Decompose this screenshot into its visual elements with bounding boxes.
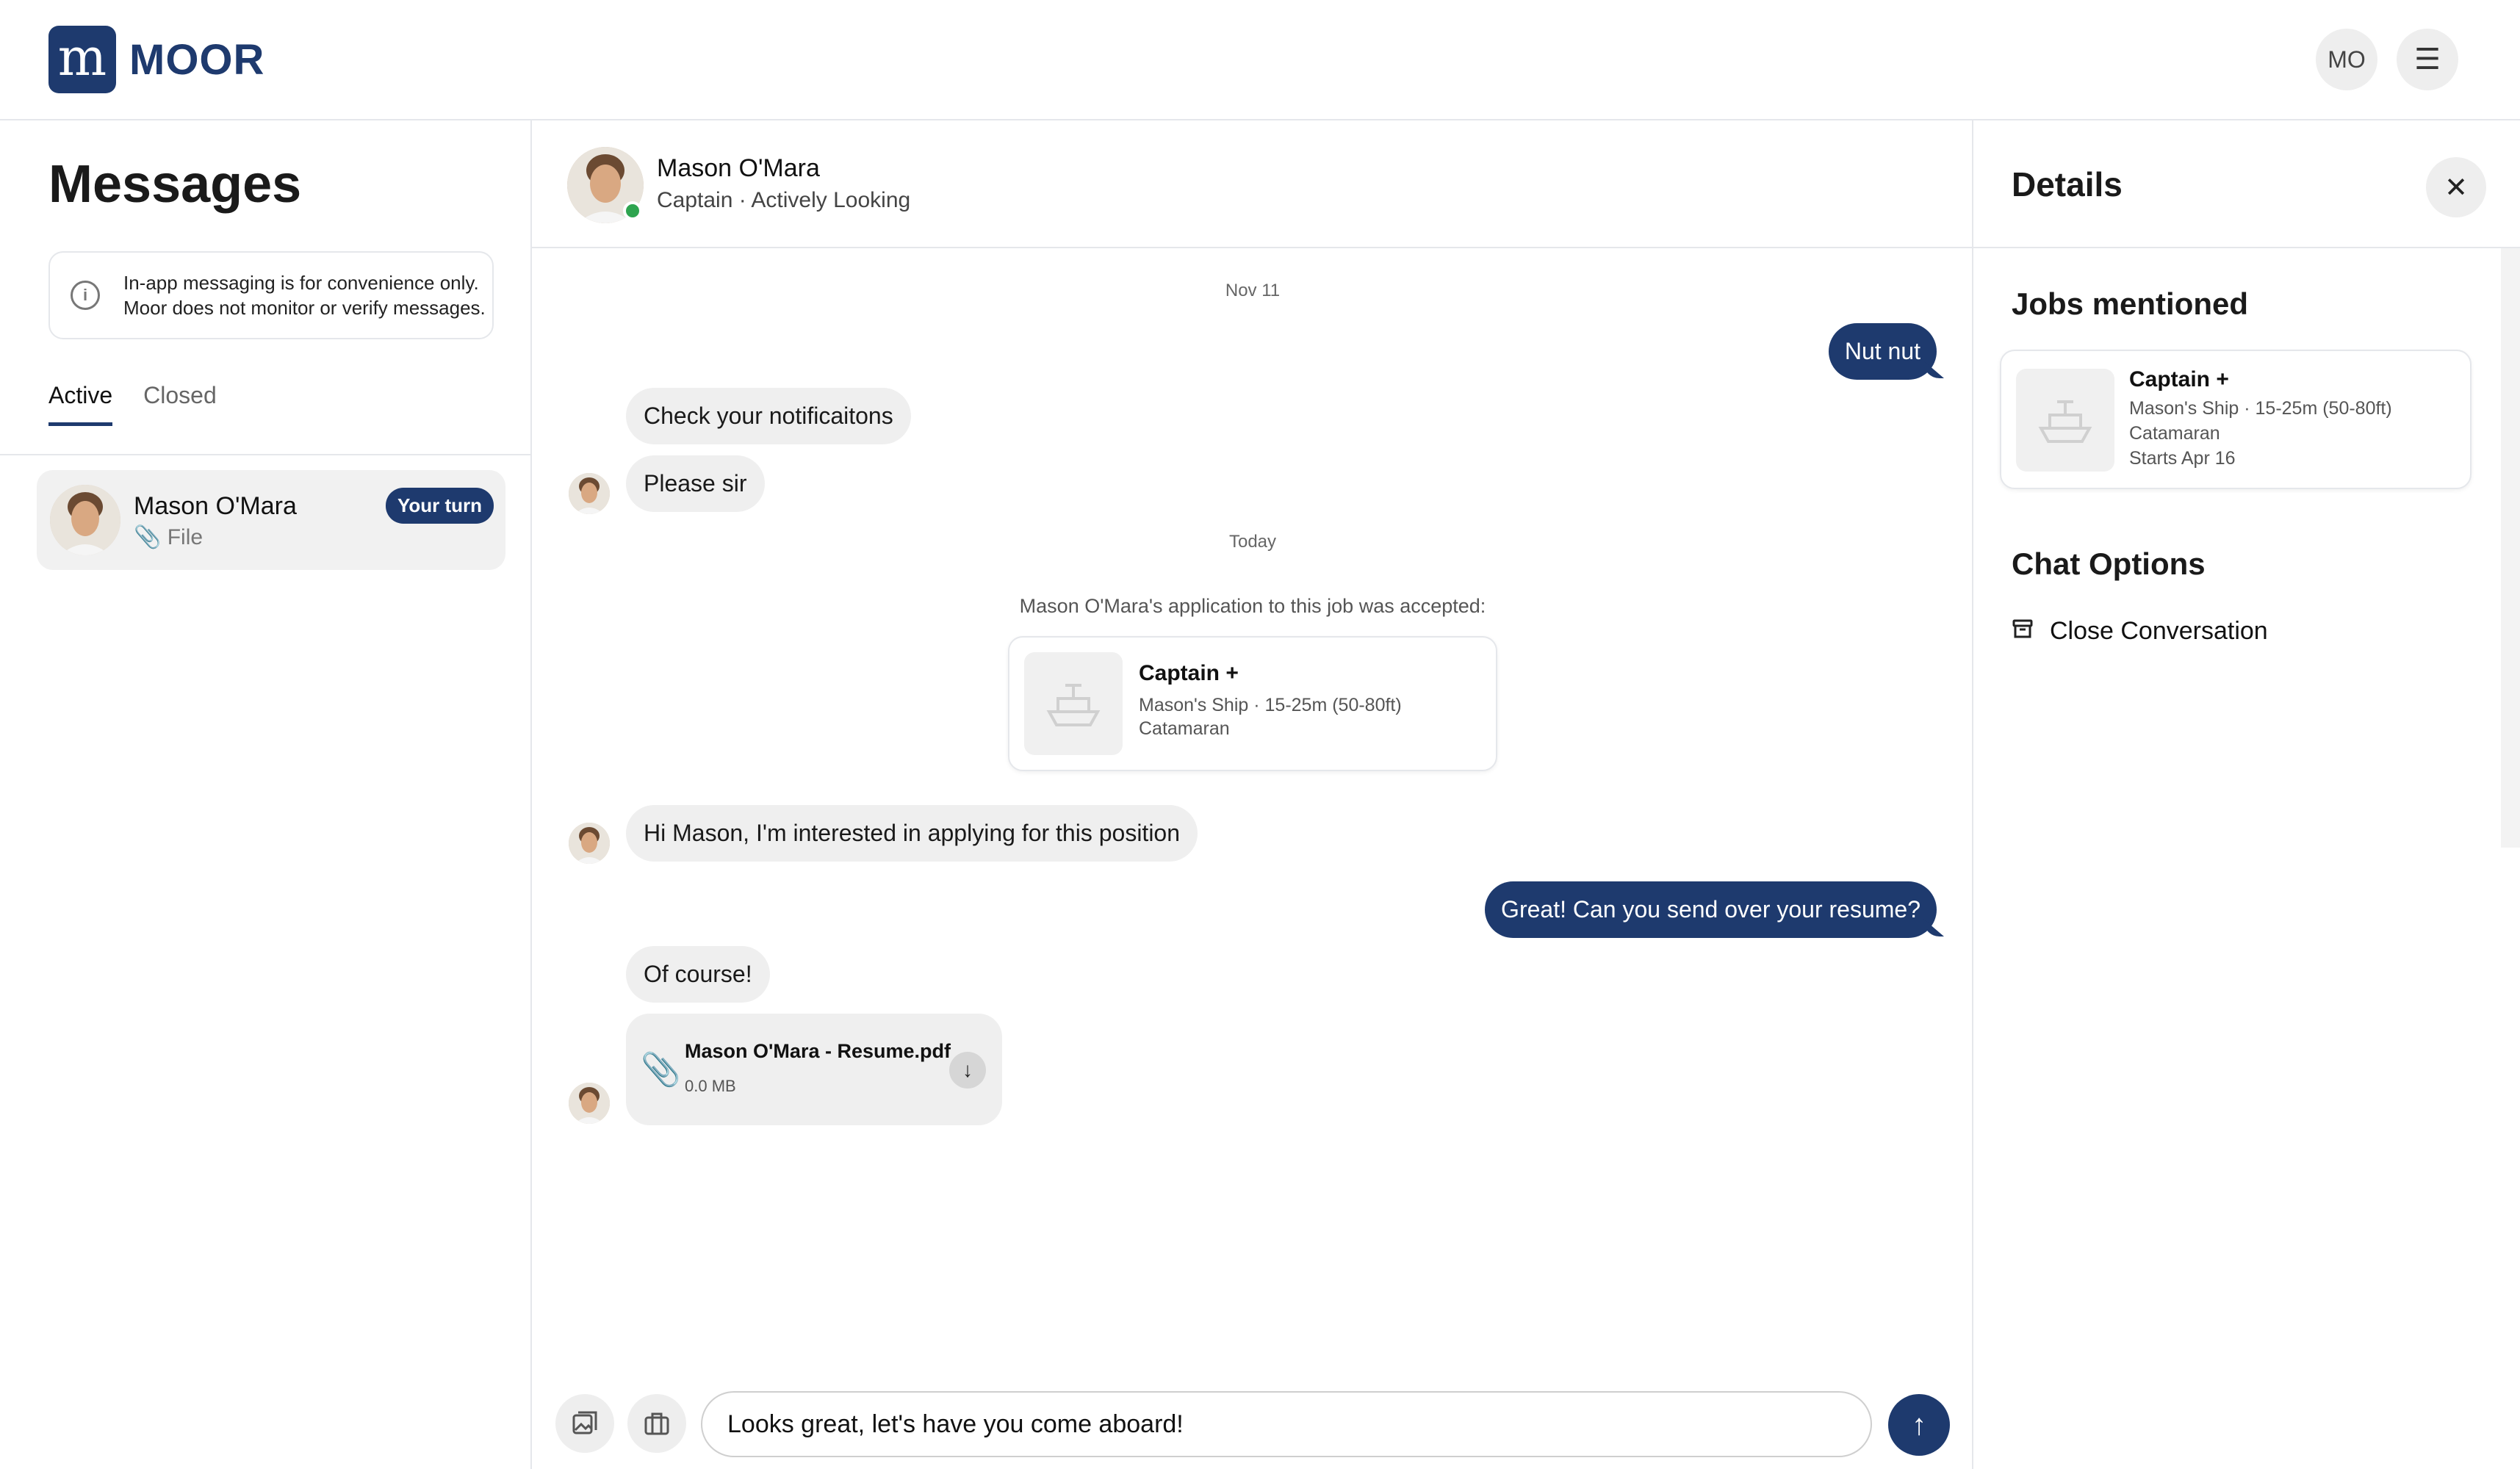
date-separator: Today: [1228, 532, 1277, 552]
logo-text: MOOR: [129, 35, 265, 84]
file-attachment[interactable]: 📎 Mason O'Mara - Resume.pdf 0.0 MB ↓: [626, 1014, 1002, 1125]
job-title: Captain +: [2129, 367, 2229, 391]
sender-avatar: [569, 1083, 610, 1124]
conversation-name: Mason O'Mara: [134, 492, 297, 520]
info-icon: i: [71, 281, 100, 310]
download-icon[interactable]: ↓: [949, 1052, 986, 1089]
divider: [0, 454, 532, 455]
chat-options-heading: Chat Options: [2012, 546, 2206, 581]
date-separator: Nov 11: [1225, 281, 1281, 300]
message-incoming: Check your notificaitons: [626, 388, 911, 444]
chat-header: Mason O'Mara Captain · Actively Looking: [532, 120, 1973, 248]
send-button[interactable]: ↑: [1888, 1394, 1950, 1456]
paperclip-icon: 📎: [641, 1052, 681, 1088]
contact-name: Mason O'Mara: [657, 154, 820, 182]
preview-text: File: [167, 525, 204, 549]
logo-mark-icon: m: [48, 26, 116, 93]
job-card[interactable]: Captain + Mason's Ship · 15-25m (50-80ft…: [2000, 350, 2472, 489]
moor-logo[interactable]: m MOOR: [48, 26, 264, 93]
message-composer: ↑: [532, 1376, 1973, 1469]
top-bar: m MOOR MO ☰: [0, 0, 2520, 120]
contact-avatar[interactable]: [567, 147, 644, 223]
details-panel: Details ✕ Jobs mentioned Captain + Mason…: [1973, 120, 2520, 1469]
job-details: Mason's Ship · 15-25m (50-80ft): [2129, 398, 2392, 419]
briefcase-icon[interactable]: [627, 1394, 686, 1453]
ship-icon: [1024, 652, 1123, 755]
message-incoming: Of course!: [626, 946, 770, 1003]
job-type: Catamaran: [1139, 718, 1230, 739]
tab-active[interactable]: Active: [48, 382, 113, 426]
close-icon[interactable]: ✕: [2426, 157, 2486, 217]
close-conversation-label: Close Conversation: [2050, 617, 2268, 645]
page-title: Messages: [48, 155, 302, 214]
jobs-mentioned-heading: Jobs mentioned: [2012, 286, 2249, 321]
details-header: Details ✕: [1973, 120, 2520, 248]
job-title: Captain +: [1139, 661, 1239, 685]
conversation-preview: 📎 File: [134, 524, 203, 550]
attach-image-icon[interactable]: [555, 1394, 614, 1453]
paperclip-icon: 📎: [134, 525, 162, 549]
close-conversation-button[interactable]: Close Conversation: [2012, 617, 2268, 646]
sender-avatar: [569, 823, 610, 864]
job-card[interactable]: Captain + Mason's Ship · 15-25m (50-80ft…: [1008, 636, 1497, 771]
sender-avatar: [569, 473, 610, 514]
messages-sidebar: Messages i In-app messaging is for conve…: [0, 120, 532, 1469]
details-title: Details: [2012, 165, 2123, 203]
job-type: Catamaran: [2129, 423, 2220, 444]
file-size: 0.0 MB: [685, 1077, 736, 1095]
avatar: [50, 485, 120, 555]
ship-icon: [2016, 369, 2114, 472]
job-start-date: Starts Apr 16: [2129, 448, 2236, 469]
conversation-tabs: Active Closed: [48, 382, 217, 426]
contact-role: Captain · Actively Looking: [657, 188, 911, 212]
conversation-item[interactable]: Mason O'Mara 📎 File Your turn: [37, 470, 505, 570]
message-outgoing: Great! Can you send over your resume?: [1485, 881, 1937, 938]
system-note: Mason O'Mara's application to this job w…: [1019, 595, 1486, 617]
archive-icon: [2012, 618, 2034, 646]
messaging-notice: i In-app messaging is for convenience on…: [48, 251, 494, 339]
message-input[interactable]: [701, 1391, 1872, 1457]
scrollbar[interactable]: [2501, 248, 2520, 848]
online-status-indicator: [623, 201, 642, 220]
user-avatar-button[interactable]: MO: [2316, 29, 2377, 90]
message-outgoing: Nut nut: [1828, 323, 1937, 380]
notice-text: In-app messaging is for convenience only…: [123, 272, 486, 319]
hamburger-menu-icon[interactable]: ☰: [2397, 29, 2458, 90]
file-name: Mason O'Mara - Resume.pdf: [685, 1040, 951, 1062]
tab-closed[interactable]: Closed: [143, 382, 217, 426]
job-details: Mason's Ship · 15-25m (50-80ft): [1139, 695, 1402, 715]
your-turn-badge: Your turn: [385, 488, 494, 524]
message-incoming: Please sir: [626, 455, 765, 512]
message-incoming: Hi Mason, I'm interested in applying for…: [626, 805, 1198, 862]
avatar-photo: [50, 485, 120, 555]
chat-panel: Mason O'Mara Captain · Actively Looking …: [532, 120, 1973, 1469]
